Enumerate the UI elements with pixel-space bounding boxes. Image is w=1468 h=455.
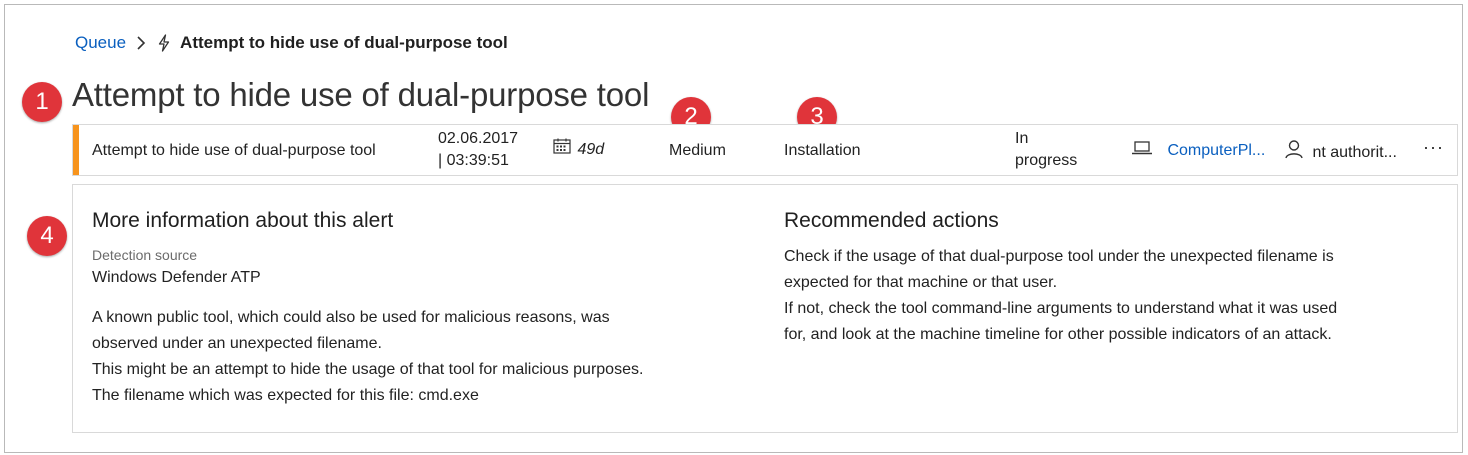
user-name[interactable]: nt authorit... xyxy=(1312,144,1397,161)
lightning-icon xyxy=(156,34,172,52)
severity-accent-bar xyxy=(73,125,79,175)
breadcrumb-queue-link[interactable]: Queue xyxy=(75,33,126,53)
alert-name: Attempt to hide use of dual-purpose tool xyxy=(92,142,376,159)
alert-summary-row[interactable]: Attempt to hide use of dual-purpose tool… xyxy=(72,124,1458,176)
breadcrumb-current: Attempt to hide use of dual-purpose tool xyxy=(180,33,508,52)
alert-details-panel: More information about this alert Detect… xyxy=(72,184,1458,433)
action-line: Check if the usage of that dual-purpose … xyxy=(784,248,1334,265)
description-line: The filename which was expected for this… xyxy=(92,387,479,404)
alert-user[interactable]: nt authorit... xyxy=(1284,139,1397,166)
laptop-icon xyxy=(1131,140,1153,162)
callout-badge-4: 4 xyxy=(27,216,67,256)
description-line: observed under an unexpected filename. xyxy=(92,335,382,352)
alert-severity: Medium xyxy=(669,142,726,159)
action-line: If not, check the tool command-line argu… xyxy=(784,300,1338,317)
alert-category: Installation xyxy=(784,142,861,159)
more-info-heading: More information about this alert xyxy=(92,209,394,232)
alert-status-line2: progress xyxy=(1015,152,1078,169)
alert-datetime: 02.06.2017 | 03:39:51 xyxy=(438,128,518,172)
chevron-right-icon xyxy=(134,34,148,52)
detection-source-value: Windows Defender ATP xyxy=(92,269,261,286)
action-line: for, and look at the machine timeline fo… xyxy=(784,326,1332,343)
recommended-actions-text: Check if the usage of that dual-purpose … xyxy=(784,244,1337,348)
action-line: expected for that machine or that user. xyxy=(784,274,1058,291)
detection-source-label: Detection source xyxy=(92,247,198,263)
calendar-icon xyxy=(553,138,571,161)
alert-age: 49d xyxy=(553,138,604,161)
recommended-actions-heading: Recommended actions xyxy=(784,209,999,232)
page-title: Attempt to hide use of dual-purpose tool xyxy=(72,76,650,113)
description-line: This might be an attempt to hide the usa… xyxy=(92,361,644,378)
alert-description: A known public tool, which could also be… xyxy=(92,305,643,409)
person-icon xyxy=(1284,139,1304,166)
callout-badge-1: 1 xyxy=(22,82,62,122)
alert-status-line1: In xyxy=(1015,130,1029,147)
machine-link[interactable]: ComputerPl... xyxy=(1167,142,1265,159)
more-options-button[interactable]: ··· xyxy=(1423,136,1444,158)
alert-status: In progress xyxy=(1015,128,1077,172)
alert-age-value: 49d xyxy=(577,140,605,158)
alert-machine[interactable]: ComputerPl... xyxy=(1131,140,1265,162)
description-line: A known public tool, which could also be… xyxy=(92,309,610,326)
alert-time: | 03:39:51 xyxy=(438,152,509,169)
alert-date: 02.06.2017 xyxy=(438,130,519,147)
breadcrumb: Queue Attempt to hide use of dual-purpos… xyxy=(75,33,508,53)
